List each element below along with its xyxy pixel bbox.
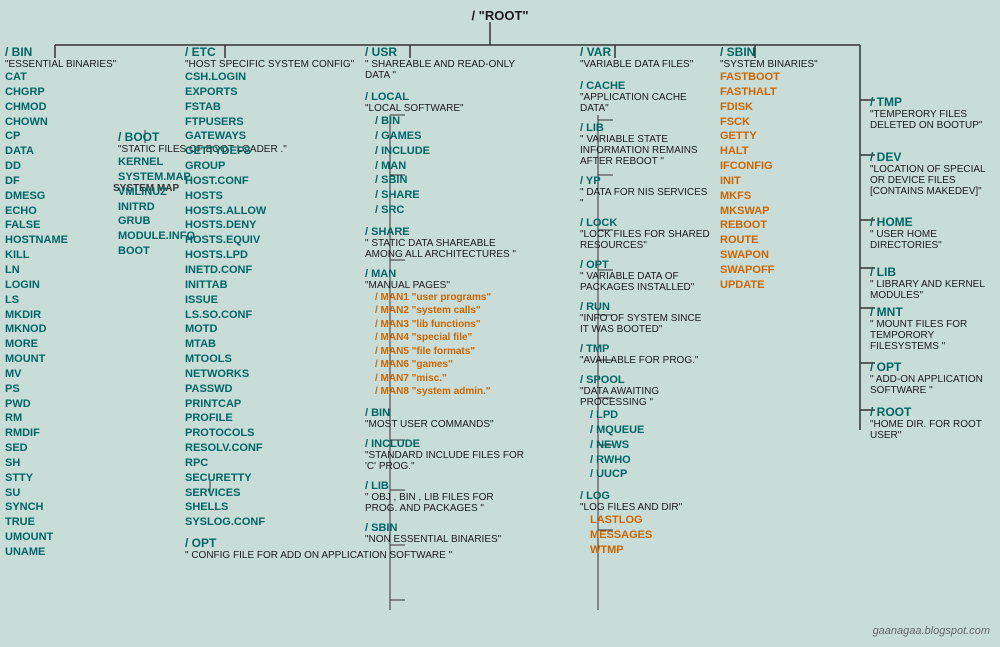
lib-right-column: / LIB " LIBRARY AND KERNEL MODULES" [870, 265, 990, 301]
var-column: / VAR "VARIABLE DATA FILES" / CACHE "APP… [580, 45, 710, 558]
bin-column: / BIN "ESSENTIAL BINARIES" CAT CHGRP CHM… [5, 45, 116, 560]
var-lock: / LOCK "LOCK FILES FOR SHARED RESOURCES" [580, 217, 710, 251]
usr-title: / USR [365, 45, 525, 59]
mnt-title: / MNT [870, 305, 990, 319]
var-desc: "VARIABLE DATA FILES" [580, 59, 710, 70]
dev-column: / DEV "LOCATION OF SPECIAL OR DEVICE FIL… [870, 150, 990, 197]
cache-title: / CACHE [580, 80, 625, 92]
tmp-desc: "TEMPERORY FILES DELETED ON BOOTUP" [870, 109, 990, 131]
yp-desc: " DATA FOR NIS SERVICES " [580, 187, 710, 209]
dev-desc: "LOCATION OF SPECIAL OR DEVICE FILES [CO… [870, 164, 990, 197]
opt-right-title: / OPT [870, 360, 990, 374]
dev-title: / DEV [870, 150, 990, 164]
local-items: / BIN / GAMES / INCLUDE / MAN / SBIN / S… [375, 114, 525, 218]
log-items: LASTLOG MESSAGES WTMP [590, 513, 710, 558]
sbin-items: FASTBOOT FASTHALT FDISK FSCK GETTY HALT … [720, 70, 818, 293]
home-column: / HOME " USER HOME DIRECTORIES" [870, 215, 990, 251]
etc-opt-desc: " CONFIG FILE FOR ADD ON APPLICATION SOF… [185, 550, 452, 561]
bin-desc: "ESSENTIAL BINARIES" [5, 59, 116, 70]
usr-sbin-title: / SBIN [365, 522, 397, 534]
lib-right-desc: " LIBRARY AND KERNEL MODULES" [870, 279, 990, 301]
log-desc: "LOG FILES AND DIR" [580, 502, 710, 513]
include-title: / INCLUDE [365, 438, 420, 450]
var-title: / VAR [580, 45, 710, 59]
home-desc: " USER HOME DIRECTORIES" [870, 229, 990, 251]
var-opt-desc: " VARIABLE DATA OF PACKAGES INSTALLED" [580, 271, 710, 293]
cache-desc: "APPLICATION CACHE DATA" [580, 92, 710, 114]
var-tmp: / TMP "AVAILABLE FOR PROG." [580, 343, 710, 366]
tmp-title: / TMP [870, 95, 990, 109]
tmp-column: / TMP "TEMPERORY FILES DELETED ON BOOTUP… [870, 95, 990, 131]
run-desc: "INFO OF SYSTEM SINCE IT WAS BOOTED" [580, 313, 710, 335]
usr-local: / LOCAL "LOCAL SOFTWARE" / BIN / GAMES /… [365, 91, 525, 218]
spool-title: / SPOOL [580, 374, 625, 386]
share-title: / SHARE [365, 226, 410, 238]
mnt-desc: " MOUNT FILES FOR TEMPORORY FILESYSTEMS … [870, 319, 990, 352]
watermark: gaanagaa.blogspot.com [873, 625, 990, 637]
usr-include: / INCLUDE "STANDARD INCLUDE FILES FOR 'C… [365, 438, 525, 472]
var-cache: / CACHE "APPLICATION CACHE DATA" [580, 80, 710, 114]
root-right-desc: "HOME DIR. FOR ROOT USER" [870, 419, 990, 441]
opt-right-desc: " ADD-ON APPLICATION SOFTWARE " [870, 374, 990, 396]
run-title: / RUN [580, 301, 610, 313]
lock-desc: "LOCK FILES FOR SHARED RESOURCES" [580, 229, 710, 251]
var-log: / LOG "LOG FILES AND DIR" LASTLOG MESSAG… [580, 490, 710, 558]
man-desc: "MANUAL PAGES" [365, 280, 525, 291]
var-tmp-title: / TMP [580, 343, 609, 355]
yp-title: / YP [580, 175, 601, 187]
spool-desc: "DATA AWAITING PROCESSING " [580, 386, 710, 408]
usr-column: / USR " SHAREABLE AND READ-ONLY DATA " /… [365, 45, 525, 545]
opt-right-column: / OPT " ADD-ON APPLICATION SOFTWARE " [870, 360, 990, 396]
lock-title: / LOCK [580, 217, 617, 229]
var-spool: / SPOOL "DATA AWAITING PROCESSING " / LP… [580, 374, 710, 482]
var-yp: / YP " DATA FOR NIS SERVICES " [580, 175, 710, 209]
usr-man: / MAN "MANUAL PAGES" / MAN1 "user progra… [365, 268, 525, 399]
var-lib-desc: " VARIABLE STATE INFORMATION REMAINS AFT… [580, 134, 710, 167]
usr-lib-desc: " OBJ , BIN , LIB FILES FOR PROG. AND PA… [365, 492, 525, 514]
usr-bin-desc: "MOST USER COMMANDS" [365, 419, 525, 430]
lib-right-title: / LIB [870, 265, 990, 279]
bin-items: CAT CHGRP CHMOD CHOWN CP DATA DD DF DMES… [5, 70, 116, 560]
usr-bin: / BIN "MOST USER COMMANDS" [365, 407, 525, 430]
include-desc: "STANDARD INCLUDE FILES FOR 'C' PROG." [365, 450, 525, 472]
usr-sbin-desc: "NON ESSENTIAL BINARIES" [365, 534, 525, 545]
usr-bin-title: / BIN [365, 407, 390, 419]
usr-lib: / LIB " OBJ , BIN , LIB FILES FOR PROG. … [365, 480, 525, 514]
var-run: / RUN "INFO OF SYSTEM SINCE IT WAS BOOTE… [580, 301, 710, 335]
local-desc: "LOCAL SOFTWARE" [365, 103, 525, 114]
man-title: / MAN [365, 268, 396, 280]
usr-lib-title: / LIB [365, 480, 389, 492]
var-tmp-desc: "AVAILABLE FOR PROG." [580, 355, 710, 366]
mnt-column: / MNT " MOUNT FILES FOR TEMPORORY FILESY… [870, 305, 990, 352]
log-title: / LOG [580, 490, 610, 502]
usr-desc: " SHAREABLE AND READ-ONLY DATA " [365, 59, 525, 81]
home-title: / HOME [870, 215, 990, 229]
var-opt-title: / OPT [580, 259, 609, 271]
page-container: / "ROOT" SYSTEM MAP [0, 0, 1000, 647]
var-opt: / OPT " VARIABLE DATA OF PACKAGES INSTAL… [580, 259, 710, 293]
root-right-column: / ROOT "HOME DIR. FOR ROOT USER" [870, 405, 990, 441]
var-lib: / LIB " VARIABLE STATE INFORMATION REMAI… [580, 122, 710, 167]
usr-sbin: / SBIN "NON ESSENTIAL BINARIES" [365, 522, 525, 545]
root-right-title: / ROOT [870, 405, 990, 419]
sbin-title: / SBIN [720, 45, 818, 59]
sbin-desc: "SYSTEM BINARIES" [720, 59, 818, 70]
sbin-column: / SBIN "SYSTEM BINARIES" FASTBOOT FASTHA… [720, 45, 818, 293]
share-desc: " STATIC DATA SHAREABLE AMONG ALL ARCHIT… [365, 238, 525, 260]
root-label: / "ROOT" [471, 8, 528, 23]
var-lib-title: / LIB [580, 122, 604, 134]
spool-items: / LPD / MQUEUE / NEWS / RWHO / UUCP [590, 408, 710, 482]
bin-title: / BIN [5, 45, 116, 59]
man-items: / MAN1 "user programs" / MAN2 "system ca… [375, 291, 525, 399]
local-title: / LOCAL [365, 91, 409, 103]
usr-share: / SHARE " STATIC DATA SHAREABLE AMONG AL… [365, 226, 525, 260]
